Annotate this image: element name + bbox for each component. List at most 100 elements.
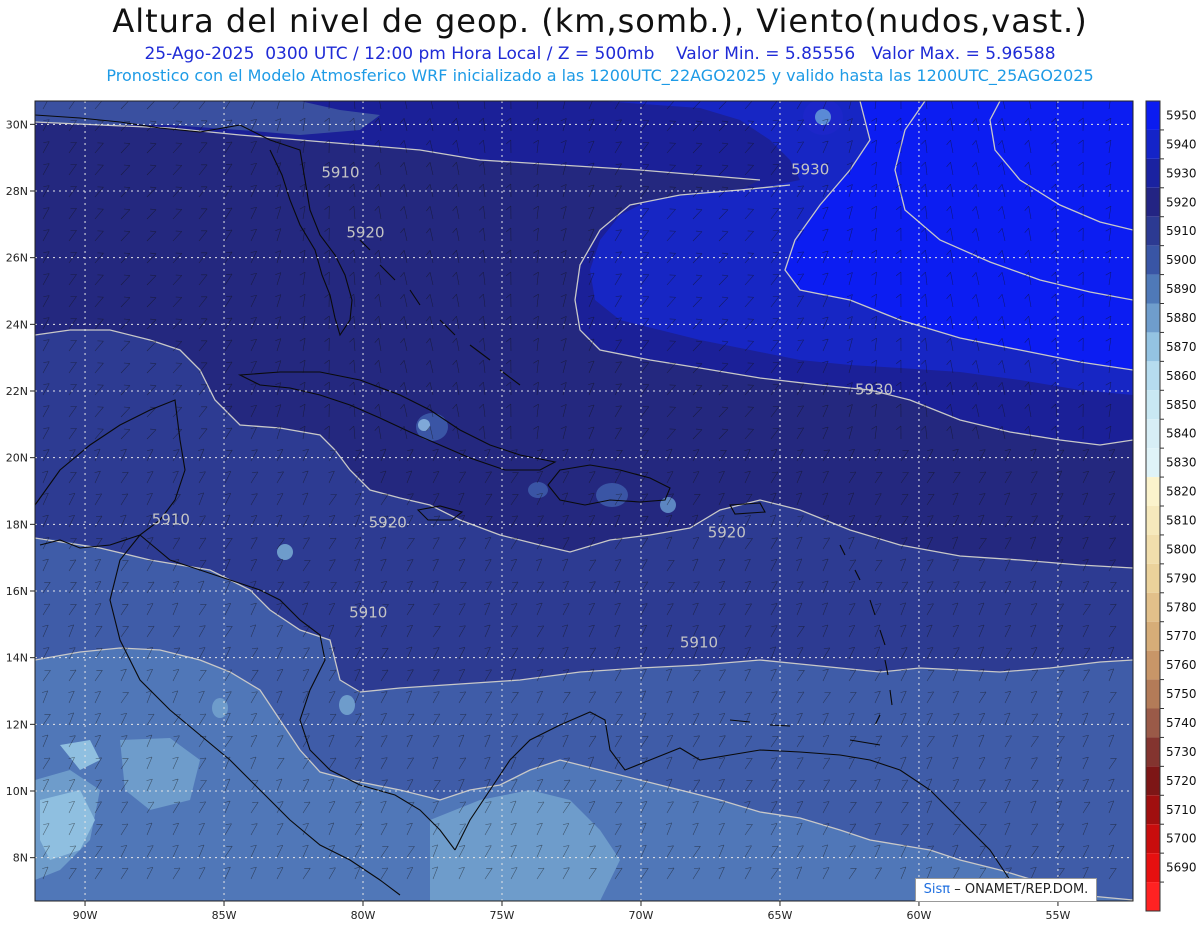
colorbar-swatch	[1146, 737, 1160, 767]
colorbar-label: 5840	[1166, 427, 1197, 441]
cell-cuba-core	[418, 419, 430, 431]
colorbar-swatch	[1146, 419, 1160, 449]
colorbar-swatch	[1146, 245, 1160, 275]
colorbar-swatch	[1146, 187, 1160, 217]
credit-org: – ONAMET/REP.DOM.	[954, 882, 1089, 897]
lon-label: 90W	[73, 909, 98, 922]
colorbar-swatch	[1146, 766, 1160, 796]
forecast-map: 5910 5920 5930 5930 5910 5920 5920 5910 5910 30N…	[6, 100, 1197, 922]
contour-label: 5910	[349, 604, 387, 622]
contour-label: 5910	[152, 510, 190, 528]
contour-label: 5920	[346, 224, 384, 242]
colorbar-label: 5810	[1166, 513, 1197, 527]
colorbar-label: 5770	[1166, 629, 1197, 643]
colorbar-label: 5930	[1166, 166, 1197, 180]
colorbar-label: 5700	[1166, 832, 1197, 846]
colorbar-label: 5910	[1166, 224, 1197, 238]
colorbar-swatch	[1146, 592, 1160, 622]
lat-label: 26N	[6, 252, 28, 265]
cell-east	[660, 497, 676, 513]
colorbar-label: 5830	[1166, 456, 1197, 470]
lat-label: 28N	[6, 185, 28, 198]
lon-label: 85W	[212, 909, 237, 922]
lon-label: 55W	[1046, 909, 1071, 922]
contour-label: 5910	[680, 634, 718, 652]
colorbar-swatch	[1146, 708, 1160, 738]
colorbar-label: 5860	[1166, 369, 1197, 383]
colorbar-swatch	[1146, 679, 1160, 709]
colorbar-label: 5920	[1166, 195, 1197, 209]
lon-label: 80W	[351, 909, 376, 922]
lat-label: 22N	[6, 385, 28, 398]
cell-central	[212, 698, 228, 718]
colorbar-swatch	[1146, 621, 1160, 651]
contour-label: 5910	[321, 164, 359, 182]
colorbar-swatch	[1146, 390, 1160, 420]
colorbar-label: 5940	[1166, 137, 1197, 151]
lat-label: 8N	[13, 852, 28, 865]
colorbar-label: 5710	[1166, 803, 1197, 817]
colorbar-label: 5880	[1166, 311, 1197, 325]
colorbar-label: 5690	[1166, 861, 1197, 875]
lat-label: 10N	[6, 785, 28, 798]
contour-label: 5920	[708, 524, 746, 542]
colorbar-swatch	[1146, 882, 1160, 911]
colorbar-swatch	[1146, 795, 1160, 825]
colorbar-swatch	[1146, 361, 1160, 391]
colorbar-swatch	[1146, 563, 1160, 593]
colorbar-label: 5790	[1166, 571, 1197, 585]
map-area: 5910 5920 5930 5930 5910 5920 5920 5910 5910	[35, 101, 1133, 901]
cell-hispaniola	[596, 483, 628, 507]
lon-label: 65W	[768, 909, 793, 922]
credit-box: Sisπ – ONAMET/REP.DOM.	[915, 878, 1097, 902]
cell-north-core	[815, 109, 831, 125]
contour-label: 5930	[855, 380, 893, 398]
colorbar-label: 5720	[1166, 774, 1197, 788]
colorbar-swatch	[1146, 824, 1160, 854]
colorbar-label: 5760	[1166, 658, 1197, 672]
cell-panama-n	[339, 695, 355, 715]
colorbar-label: 5950	[1166, 108, 1197, 122]
contour-label: 5920	[369, 514, 407, 532]
colorbar-swatch	[1146, 303, 1160, 333]
lat-label: 12N	[6, 718, 28, 731]
cell-haiti	[528, 482, 548, 498]
lon-label: 60W	[907, 909, 932, 922]
colorbar-label: 5890	[1166, 282, 1197, 296]
contour-label: 5930	[791, 160, 829, 178]
lon-label: 75W	[490, 909, 515, 922]
colorbar-swatch	[1146, 274, 1160, 304]
colorbar-swatch	[1146, 101, 1160, 130]
colorbar-label: 5750	[1166, 687, 1197, 701]
colorbar-swatch	[1146, 853, 1160, 883]
colorbar-swatch	[1146, 506, 1160, 535]
cell-honduras	[277, 544, 293, 560]
colorbar-swatch	[1146, 650, 1160, 680]
colorbar-label: 5820	[1166, 485, 1197, 499]
colorbar-label: 5780	[1166, 600, 1197, 614]
lat-label: 20N	[6, 452, 28, 465]
colorbar-swatch	[1146, 534, 1160, 564]
lat-label: 30N	[6, 118, 28, 131]
colorbar-label: 5900	[1166, 253, 1197, 267]
colorbar-swatch	[1146, 129, 1160, 159]
colorbar-swatch	[1146, 332, 1160, 362]
colorbar-swatch	[1146, 448, 1160, 478]
colorbar-label: 5730	[1166, 745, 1197, 759]
lon-label: 70W	[629, 909, 654, 922]
colorbar-label: 5800	[1166, 542, 1197, 556]
lat-label: 24N	[6, 318, 28, 331]
colorbar-label: 5850	[1166, 398, 1197, 412]
lat-label: 14N	[6, 652, 28, 665]
colorbar-label: 5740	[1166, 716, 1197, 730]
longitude-labels: 90W 85W 80W 75W 70W 65W 60W 55W	[73, 901, 1071, 922]
colorbar-swatch	[1146, 216, 1160, 246]
colorbar: 5950 5940 5930 5920 5910 5900 5890 5880 5870 5860…	[1145, 100, 1197, 912]
colorbar-label: 5870	[1166, 340, 1197, 354]
lat-label: 18N	[6, 518, 28, 531]
colorbar-swatch	[1146, 158, 1160, 188]
colorbar-swatch	[1146, 477, 1160, 506]
lat-label: 16N	[6, 585, 28, 598]
credit-brand: Sisπ	[923, 882, 951, 897]
latitude-labels: 30N 28N 26N 24N 22N 20N 18N 16N 14N 12N 10N 8N	[6, 118, 35, 865]
